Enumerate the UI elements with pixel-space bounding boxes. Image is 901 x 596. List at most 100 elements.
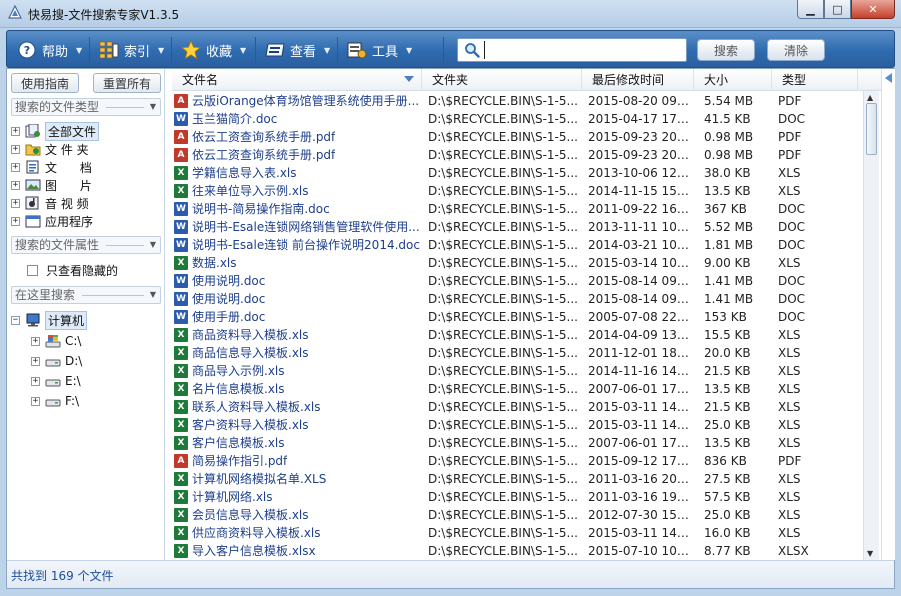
file-name: 使用手册.doc bbox=[192, 310, 266, 324]
table-row[interactable]: X 商品资料导入模板.xls D:\$RECYCLE.BIN\S-1-5... 201… bbox=[172, 326, 881, 344]
all-files-icon bbox=[25, 124, 41, 138]
file-attr-section-header[interactable]: 搜索的文件属性 ▼ bbox=[11, 236, 161, 254]
type-item-media[interactable]: + 音 视 频 bbox=[11, 194, 89, 212]
tools-menu[interactable]: 工具 ▼ bbox=[347, 39, 412, 61]
favorites-menu[interactable]: 收藏 ▼ bbox=[181, 39, 246, 61]
table-row[interactable]: W 玉兰猫简介.doc D:\$RECYCLE.BIN\S-1-5... 2015-0… bbox=[172, 110, 881, 128]
preview-toggle-strip[interactable] bbox=[881, 69, 895, 560]
type-item-all-files[interactable]: + 全部文件 bbox=[11, 121, 100, 141]
table-row[interactable]: X 联系人资料导入模板.xls D:\$RECYCLE.BIN\S-1-5... 20… bbox=[172, 398, 881, 416]
file-name-cell[interactable]: X 联系人资料导入模板.xls bbox=[172, 398, 422, 416]
maximize-button[interactable]: □ bbox=[824, 0, 851, 19]
file-name-cell[interactable]: W 说明书-Esale连锁 前台操作说明2014.doc bbox=[172, 236, 422, 254]
column-header-type[interactable]: 类型 bbox=[772, 69, 858, 91]
table-row[interactable]: A 云版iOrange体育场馆管理系统使用手册... D:\$RECYCLE.BIN… bbox=[172, 92, 881, 110]
drive-item-f[interactable]: + F:\ bbox=[31, 392, 79, 410]
file-name-cell[interactable]: X 计算机网络.xls bbox=[172, 488, 422, 506]
column-header-name[interactable]: 文件名 bbox=[172, 69, 422, 91]
size-cell: 38.0 KB bbox=[704, 166, 751, 180]
table-row[interactable]: W 说明书-Esale连锁 前台操作说明2014.doc D:\$RECYCLE.B… bbox=[172, 236, 881, 254]
index-menu[interactable]: 索引 ▼ bbox=[99, 39, 164, 61]
table-row[interactable]: W 说明书-Esale连锁网络销售管理软件使用... D:\$RECYCLE.BIN… bbox=[172, 218, 881, 236]
file-name-cell[interactable]: A 云版iOrange体育场馆管理系统使用手册... bbox=[172, 92, 422, 110]
column-header-modified[interactable]: 最后修改时间 bbox=[582, 69, 694, 91]
table-row[interactable]: X 计算机网络模拟名单.XLS D:\$RECYCLE.BIN\S-1-5... 20… bbox=[172, 470, 881, 488]
file-name-cell[interactable]: W 使用手册.doc bbox=[172, 308, 422, 326]
clear-button[interactable]: 清除 bbox=[767, 39, 825, 61]
expand-left-icon[interactable] bbox=[885, 73, 892, 83]
minimize-button[interactable]: ▁ bbox=[797, 0, 824, 19]
table-row[interactable]: X 计算机网络.xls D:\$RECYCLE.BIN\S-1-5... 2011-0… bbox=[172, 488, 881, 506]
user-guide-button[interactable]: 使用指南 bbox=[11, 73, 79, 93]
table-row[interactable]: X 往来单位导入示例.xls D:\$RECYCLE.BIN\S-1-5... 201… bbox=[172, 182, 881, 200]
file-name-cell[interactable]: X 往来单位导入示例.xls bbox=[172, 182, 422, 200]
table-row[interactable]: X 商品导入示例.xls D:\$RECYCLE.BIN\S-1-5... 2014-… bbox=[172, 362, 881, 380]
file-name-cell[interactable]: W 使用说明.doc bbox=[172, 272, 422, 290]
search-box bbox=[457, 38, 687, 62]
search-button[interactable]: 搜索 bbox=[697, 39, 755, 61]
file-name-cell[interactable]: A 简易操作指引.pdf bbox=[172, 452, 422, 470]
file-name-cell[interactable]: W 玉兰猫简介.doc bbox=[172, 110, 422, 128]
close-button[interactable]: ✕ bbox=[851, 0, 895, 19]
table-row[interactable]: X 商品信息导入模板.xls D:\$RECYCLE.BIN\S-1-5... 201… bbox=[172, 344, 881, 362]
file-type-section-header[interactable]: 搜索的文件类型 ▼ bbox=[11, 98, 161, 116]
table-row[interactable]: X 数据.xls D:\$RECYCLE.BIN\S-1-5... 2015-03-1… bbox=[172, 254, 881, 272]
drive-item-d[interactable]: + D:\ bbox=[31, 352, 82, 370]
scroll-up-icon[interactable]: ▲ bbox=[867, 93, 873, 102]
table-row[interactable]: W 使用说明.doc D:\$RECYCLE.BIN\S-1-5... 2015-08… bbox=[172, 290, 881, 308]
file-name-cell[interactable]: X 计算机网络模拟名单.XLS bbox=[172, 470, 422, 488]
view-menu[interactable]: 查看 ▼ bbox=[265, 39, 330, 61]
table-row[interactable]: X 会员信息导入模板.xls D:\$RECYCLE.BIN\S-1-5... 201… bbox=[172, 506, 881, 524]
file-name-cell[interactable]: X 商品资料导入模板.xls bbox=[172, 326, 422, 344]
hidden-only-checkbox[interactable] bbox=[27, 264, 38, 276]
file-name-cell[interactable]: W 说明书-简易操作指南.doc bbox=[172, 200, 422, 218]
type-item-application[interactable]: + 应用程序 bbox=[11, 212, 93, 230]
column-header-folder[interactable]: 文件夹 bbox=[422, 69, 582, 91]
hidden-only-option[interactable]: 只查看隐藏的 bbox=[27, 261, 118, 279]
scroll-down-icon[interactable]: ▼ bbox=[867, 549, 873, 558]
file-name-cell[interactable]: X 商品信息导入模板.xls bbox=[172, 344, 422, 362]
file-name-cell[interactable]: X 导入客户信息模板.xlsx bbox=[172, 542, 422, 560]
view-icon bbox=[265, 40, 285, 60]
file-name-cell[interactable]: X 数据.xls bbox=[172, 254, 422, 272]
search-location-section-header[interactable]: 在这里搜索 ▼ bbox=[11, 286, 161, 304]
type-cell: XLS bbox=[778, 490, 801, 504]
help-menu[interactable]: ? 帮助 ▼ bbox=[17, 39, 82, 61]
table-row[interactable]: X 客户信息模板.xls D:\$RECYCLE.BIN\S-1-5... 2007-… bbox=[172, 434, 881, 452]
table-row[interactable]: W 使用说明.doc D:\$RECYCLE.BIN\S-1-5... 2015-08… bbox=[172, 272, 881, 290]
drive-item-c[interactable]: + C:\ bbox=[31, 332, 81, 350]
table-row[interactable]: A 简易操作指引.pdf D:\$RECYCLE.BIN\S-1-5... 2015-… bbox=[172, 452, 881, 470]
table-row[interactable]: A 依云工资查询系统手册.pdf D:\$RECYCLE.BIN\S-1-5... 2… bbox=[172, 128, 881, 146]
table-row[interactable]: A 依云工资查询系统手册.pdf D:\$RECYCLE.BIN\S-1-5... 2… bbox=[172, 146, 881, 164]
scrollbar-thumb[interactable] bbox=[866, 103, 877, 155]
tree-item-computer[interactable]: − 计算机 bbox=[11, 310, 88, 330]
column-header-size[interactable]: 大小 bbox=[694, 69, 772, 91]
table-row[interactable]: X 供应商资料导入模板.xls D:\$RECYCLE.BIN\S-1-5... 20… bbox=[172, 524, 881, 542]
table-row[interactable]: X 客户资料导入模板.xls D:\$RECYCLE.BIN\S-1-5... 201… bbox=[172, 416, 881, 434]
search-input[interactable] bbox=[484, 41, 682, 59]
drive-item-e[interactable]: + E:\ bbox=[31, 372, 81, 390]
file-name-cell[interactable]: W 使用说明.doc bbox=[172, 290, 422, 308]
type-item-document[interactable]: + 文 档 bbox=[11, 158, 92, 176]
file-name-cell[interactable]: X 商品导入示例.xls bbox=[172, 362, 422, 380]
file-name-cell[interactable]: X 供应商资料导入模板.xls bbox=[172, 524, 422, 542]
type-item-image[interactable]: + 图 片 bbox=[11, 176, 92, 194]
table-row[interactable]: X 导入客户信息模板.xlsx D:\$RECYCLE.BIN\S-1-5... 20… bbox=[172, 542, 881, 560]
type-item-folder[interactable]: + 文 件 夹 bbox=[11, 140, 89, 158]
file-name-cell[interactable]: A 依云工资查询系统手册.pdf bbox=[172, 146, 422, 164]
file-name-cell[interactable]: X 名片信息模板.xls bbox=[172, 380, 422, 398]
table-row[interactable]: W 说明书-简易操作指南.doc D:\$RECYCLE.BIN\S-1-5... 2… bbox=[172, 200, 881, 218]
table-row[interactable]: X 学籍信息导入表.xls D:\$RECYCLE.BIN\S-1-5... 2013… bbox=[172, 164, 881, 182]
image-icon bbox=[25, 178, 41, 192]
file-name-cell[interactable]: X 会员信息导入模板.xls bbox=[172, 506, 422, 524]
file-name-cell[interactable]: X 客户信息模板.xls bbox=[172, 434, 422, 452]
table-row[interactable]: X 名片信息模板.xls D:\$RECYCLE.BIN\S-1-5... 2007-… bbox=[172, 380, 881, 398]
file-name-cell[interactable]: X 客户资料导入模板.xls bbox=[172, 416, 422, 434]
file-name-cell[interactable]: X 学籍信息导入表.xls bbox=[172, 164, 422, 182]
vertical-scrollbar[interactable]: ▲ ▼ bbox=[863, 91, 879, 560]
file-name-cell[interactable]: W 说明书-Esale连锁网络销售管理软件使用... bbox=[172, 218, 422, 236]
table-row[interactable]: W 使用手册.doc D:\$RECYCLE.BIN\S-1-5... 2005-07… bbox=[172, 308, 881, 326]
folder-icon bbox=[25, 142, 41, 156]
file-name-cell[interactable]: A 依云工资查询系统手册.pdf bbox=[172, 128, 422, 146]
reset-all-button[interactable]: 重置所有 bbox=[93, 73, 161, 93]
